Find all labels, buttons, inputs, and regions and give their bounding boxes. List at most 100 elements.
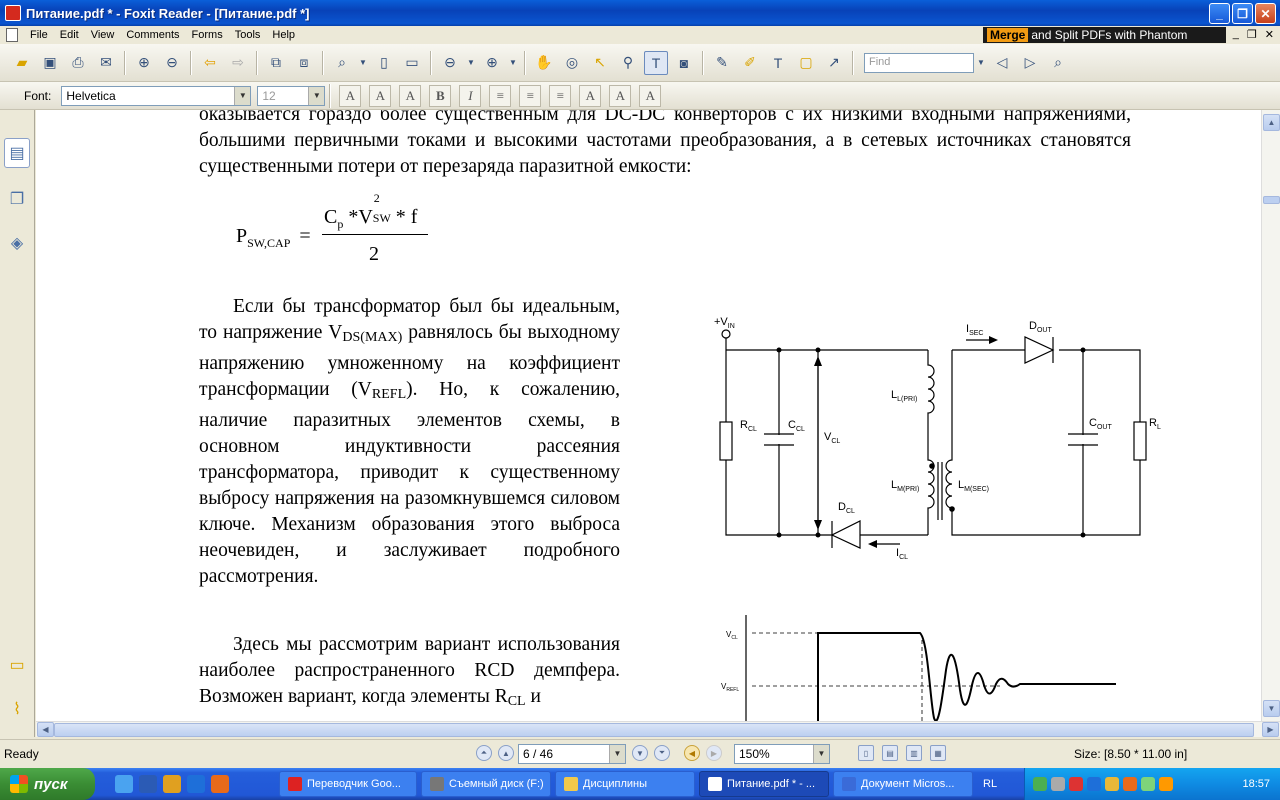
continuous-facing-icon[interactable]: ▦ (930, 745, 946, 761)
bluetooth-icon[interactable] (187, 775, 205, 793)
email-icon[interactable]: ✉ (94, 51, 118, 75)
align-center-button[interactable]: ≡ (519, 84, 542, 107)
scroll-right-icon[interactable]: ▶ (1262, 722, 1279, 737)
zoom-dropdown-icon[interactable]: ▼ (358, 51, 368, 75)
attachments-icon[interactable]: ⌇ (4, 694, 30, 724)
vertical-scroll-thumb[interactable] (1263, 196, 1280, 204)
signal-icon[interactable] (1141, 777, 1155, 791)
scroll-left-icon[interactable]: ◀ (37, 722, 54, 737)
find-previous-icon[interactable]: ◁ (990, 51, 1014, 75)
browser-tray-icon[interactable] (1123, 777, 1137, 791)
arrow-down-icon[interactable]: ⊖ (160, 51, 184, 75)
font-fill-button[interactable]: A (399, 84, 422, 107)
single-page-icon[interactable]: ▯ (858, 745, 874, 761)
ie-icon[interactable] (115, 775, 133, 793)
continuous-page-icon[interactable]: ▤ (882, 745, 898, 761)
chevron-down-icon[interactable]: ▼ (234, 86, 251, 105)
save-icon[interactable]: ▣ (38, 51, 62, 75)
snapshot-icon[interactable]: ◙ (672, 51, 696, 75)
text-select-icon[interactable]: T (644, 50, 668, 75)
chevron-down-icon[interactable]: ▼ (308, 86, 325, 105)
vertical-scrollbar[interactable]: ▲ ▼ (1261, 110, 1280, 721)
bold-button[interactable]: B (429, 84, 452, 107)
antivirus-icon[interactable] (1069, 777, 1083, 791)
first-page-icon[interactable]: ⏶ (476, 745, 492, 761)
forward-view-icon[interactable]: ▶ (706, 745, 722, 761)
foxit-app-icon[interactable] (5, 5, 21, 21)
note-icon[interactable]: ✐ (738, 51, 762, 75)
messenger-icon[interactable] (1159, 777, 1173, 791)
desktop-icon[interactable] (139, 775, 157, 793)
start-button[interactable]: пуск (0, 768, 95, 800)
mdi-close-button[interactable]: ✕ (1265, 28, 1274, 41)
task-google-translate[interactable]: Переводчик Goo... (279, 771, 417, 797)
zoom-in-dropdown-icon[interactable]: ▼ (508, 51, 518, 75)
back-view-icon[interactable]: ◀ (684, 745, 700, 761)
menu-comments[interactable]: Comments (120, 29, 185, 41)
forward-icon[interactable]: ⇨ (226, 51, 250, 75)
task-removable-disk[interactable]: Съемный диск (F:) (421, 771, 551, 797)
previous-page-icon[interactable]: ▲ (498, 745, 514, 761)
font-outline-button[interactable]: A (369, 84, 392, 107)
chevron-down-icon[interactable]: ▼ (609, 745, 625, 763)
menu-tools[interactable]: Tools (229, 29, 267, 41)
total-commander-icon[interactable] (163, 775, 181, 793)
menu-file[interactable]: File (24, 29, 54, 41)
zoom-out-icon[interactable]: ⊖ (438, 51, 462, 75)
textbox-icon[interactable]: T (766, 51, 790, 75)
chevron-down-icon[interactable]: ▼ (813, 745, 829, 763)
select-arrow-icon[interactable]: ↖ (588, 51, 612, 75)
back-icon[interactable]: ⇦ (198, 51, 222, 75)
search-icon[interactable]: ⌕ (1046, 51, 1070, 75)
last-page-icon[interactable]: ⏷ (654, 745, 670, 761)
promo-banner[interactable]: Merge and Split PDFs with Phantom (983, 27, 1226, 43)
typewriter-icon[interactable]: ✎ (710, 51, 734, 75)
find-dropdown-icon[interactable]: ▼ (976, 51, 986, 75)
task-foxit-pitanie[interactable]: Питание.pdf * - ... (699, 771, 829, 797)
document-icon[interactable] (6, 28, 18, 42)
firefox-icon[interactable] (211, 775, 229, 793)
network-icon[interactable] (1033, 777, 1047, 791)
zoom-out-dropdown-icon[interactable]: ▼ (466, 51, 476, 75)
insert-pages-icon[interactable]: ⧈ (292, 51, 316, 75)
page-number-input[interactable]: 6 / 46 ▼ (518, 744, 626, 764)
find-next-icon[interactable]: ▷ (1018, 51, 1042, 75)
menu-help[interactable]: Help (266, 29, 301, 41)
mdi-restore-button[interactable]: ❐ (1247, 28, 1257, 41)
fit-width-icon[interactable]: ▭ (400, 51, 424, 75)
subscript-button[interactable]: A (639, 84, 662, 107)
font-size-combo[interactable]: 12 ▼ (257, 85, 326, 106)
bookmarks-icon[interactable]: ▤ (4, 138, 30, 168)
task-disciplines[interactable]: Дисциплины (555, 771, 695, 797)
italic-button[interactable]: I (459, 84, 482, 107)
maximize-button[interactable]: ❐ (1232, 3, 1253, 24)
horizontal-scroll-thumb[interactable] (54, 723, 1254, 737)
arrow-tool-icon[interactable]: ↗ (822, 51, 846, 75)
menu-edit[interactable]: Edit (54, 29, 85, 41)
layers-icon[interactable]: ◈ (4, 228, 30, 258)
menu-forms[interactable]: Forms (186, 29, 229, 41)
align-right-button[interactable]: ≡ (549, 84, 572, 107)
superscript-button[interactable]: A (609, 84, 632, 107)
hand-tool-icon[interactable]: ✋ (532, 51, 556, 75)
horizontal-scrollbar[interactable]: ◀ ▶ (36, 721, 1280, 737)
font-combo[interactable]: Helvetica ▼ (61, 85, 252, 106)
facing-page-icon[interactable]: ▥ (906, 745, 922, 761)
fit-page-icon[interactable]: ▯ (372, 51, 396, 75)
arrow-up-icon[interactable]: ⊕ (132, 51, 156, 75)
align-left-button[interactable]: ≡ (489, 84, 512, 107)
scroll-up-icon[interactable]: ▲ (1263, 114, 1280, 131)
update-icon[interactable] (1105, 777, 1119, 791)
language-indicator[interactable]: RL (983, 778, 1013, 790)
next-page-icon[interactable]: ▼ (632, 745, 648, 761)
minimize-button[interactable]: _ (1209, 3, 1230, 24)
document-view[interactable]: оказывается гораздо более существенным д… (36, 110, 1261, 721)
comments-icon[interactable]: ▭ (4, 650, 30, 680)
font-color-button[interactable]: A (339, 84, 362, 107)
pages-icon[interactable]: ❐ (4, 184, 30, 214)
task-word-document[interactable]: Документ Micros... (833, 771, 973, 797)
find-input[interactable]: Find (864, 52, 974, 73)
callout-icon[interactable]: ▢ (794, 51, 818, 75)
zoom-level-input[interactable]: 150% ▼ (734, 744, 830, 764)
binoculars-icon[interactable]: ⚲ (616, 51, 640, 75)
